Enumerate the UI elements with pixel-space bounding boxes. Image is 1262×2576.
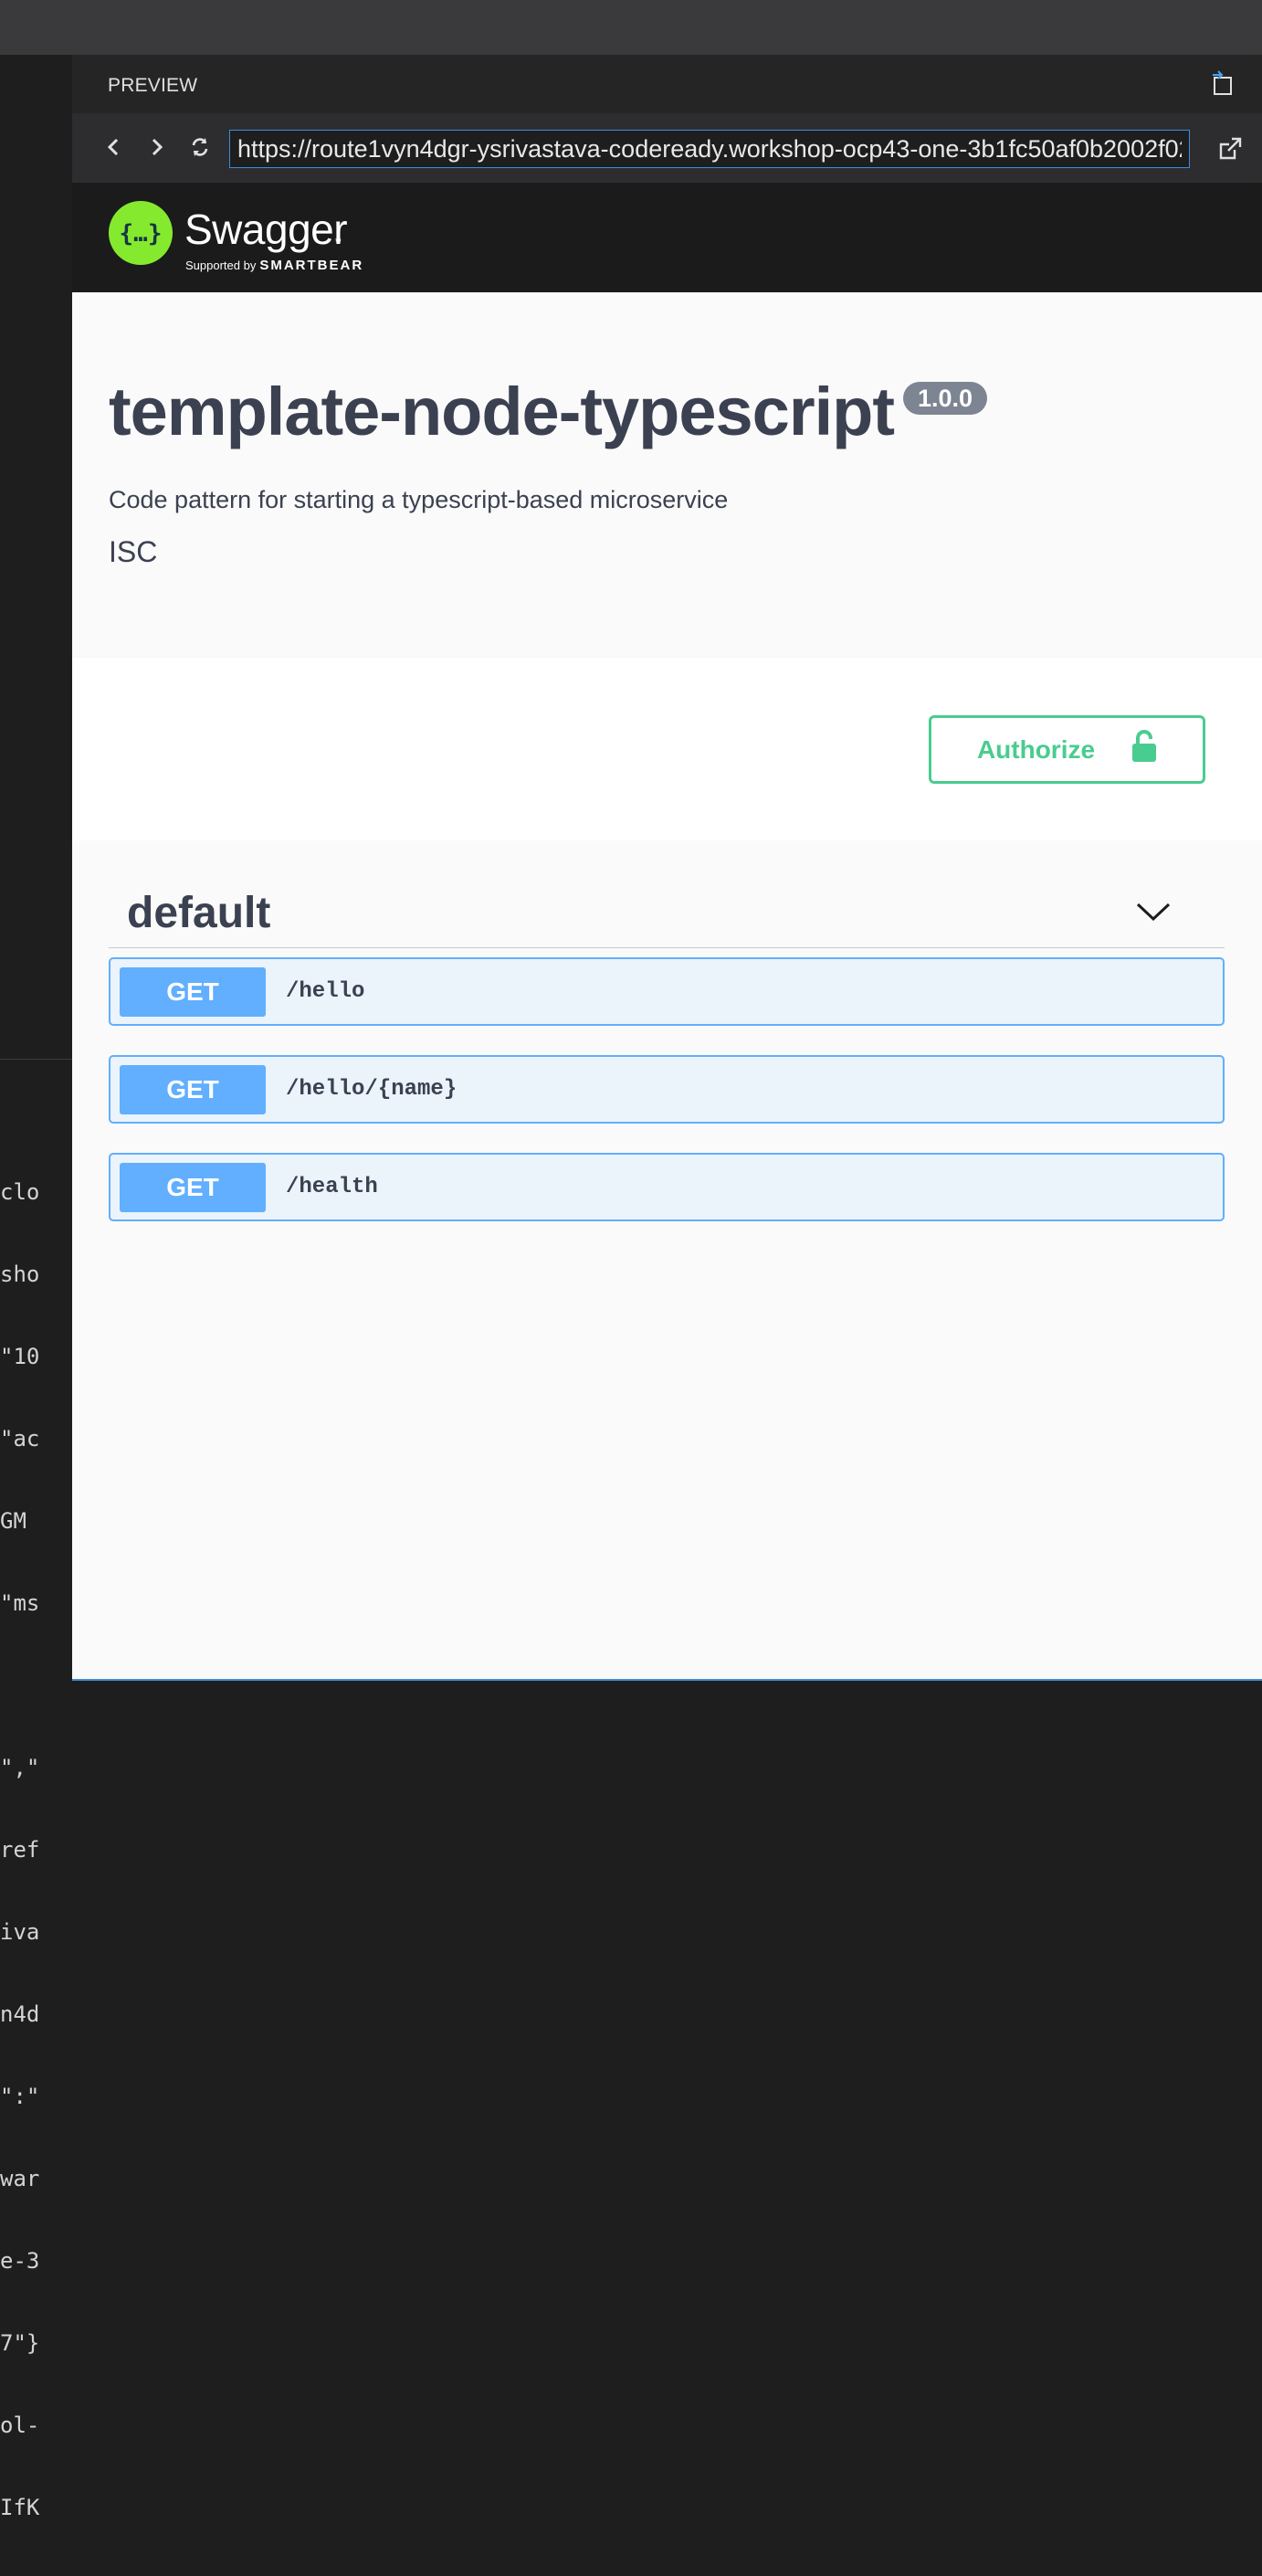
forward-icon[interactable] <box>143 133 171 161</box>
method-badge-get: GET <box>120 966 266 1017</box>
refresh-icon[interactable] <box>186 133 214 161</box>
code-line: iva <box>0 1919 40 1945</box>
api-description: Code pattern for starting a typescript-b… <box>109 486 729 513</box>
method-badge-get: GET <box>120 1064 266 1114</box>
swagger-logo-icon[interactable]: {…} <box>109 201 173 265</box>
operations-section: default GET /hello GET /hello/{name} GET… <box>72 840 1262 1681</box>
chevron-down-icon[interactable] <box>1135 897 1172 924</box>
back-icon[interactable] <box>100 133 127 161</box>
code-line: IfK <box>0 2495 40 2520</box>
authorize-label: Authorize <box>976 734 1096 764</box>
code-line: "," <box>0 1755 40 1780</box>
method-badge-get: GET <box>120 1162 266 1212</box>
code-line: sho <box>0 1262 40 1287</box>
api-title: template-node-typescript <box>109 374 895 449</box>
tag-name: default <box>127 889 271 937</box>
api-info: template-node-typescript 1.0.0 Code patt… <box>72 292 1262 658</box>
export-icon[interactable] <box>1209 69 1236 97</box>
version-badge: 1.0.0 <box>903 382 988 415</box>
unlock-icon <box>1131 730 1157 769</box>
preview-header: PREVIEW <box>72 55 1262 113</box>
api-license[interactable]: ISC <box>109 535 157 569</box>
operation-get-health[interactable]: GET /health <box>109 1153 1225 1221</box>
url-input[interactable] <box>229 130 1190 168</box>
code-line: ":" <box>0 2084 40 2109</box>
operation-get-hello[interactable]: GET /hello <box>109 957 1225 1026</box>
scheme-container: Authorize <box>72 658 1262 840</box>
code-line: GM <box>0 1508 26 1534</box>
open-external-icon[interactable] <box>1216 135 1244 163</box>
editor-divider <box>0 1059 72 1060</box>
code-editor-pane[interactable]: clo sho "10 "ac GM "ms "," ref iva n4d "… <box>0 55 72 2520</box>
operation-path: /health <box>286 1175 378 1199</box>
code-line: clo <box>0 1179 40 1205</box>
operation-path: /hello <box>286 979 365 1004</box>
operation-path: /hello/{name} <box>286 1077 457 1102</box>
code-line: n4d <box>0 2001 40 2027</box>
code-line: "10 <box>0 1344 40 1369</box>
swagger-supported-by: Supported by SMARTBEAR <box>185 258 363 273</box>
code-line: ref <box>0 1837 40 1863</box>
smartbear-brand: SMARTBEAR <box>259 258 364 273</box>
preview-panel: PREVIEW https://route1vyn4dgr-ysrivastav… <box>72 55 1262 1681</box>
operation-get-hello-name[interactable]: GET /hello/{name} <box>109 1055 1225 1124</box>
code-line: 7"} <box>0 2330 40 2356</box>
code-line: "ac <box>0 1426 40 1452</box>
code-line: ol- <box>0 2412 40 2438</box>
swagger-ui: {…} Swagger ™ Supported by SMARTBEAR temp… <box>72 183 1262 1681</box>
svg-text:{…}: {…} <box>120 220 163 248</box>
swagger-trademark: ™ <box>334 238 342 246</box>
swagger-topbar: {…} Swagger ™ Supported by SMARTBEAR <box>72 183 1262 292</box>
supported-by-text: Supported by <box>185 259 257 272</box>
code-line: "ms <box>0 1590 40 1616</box>
code-line: e-3 <box>0 2248 40 2274</box>
preview-title: PREVIEW <box>108 75 198 96</box>
tag-header-default[interactable]: default <box>109 877 1225 948</box>
editor-code-lines: clo sho "10 "ac GM "ms "," ref iva n4d "… <box>0 1124 72 2576</box>
code-line: war <box>0 2166 40 2191</box>
swagger-wordmark: Swagger <box>184 206 348 253</box>
authorize-button[interactable]: Authorize <box>929 715 1205 784</box>
top-title-bar <box>0 0 1262 55</box>
